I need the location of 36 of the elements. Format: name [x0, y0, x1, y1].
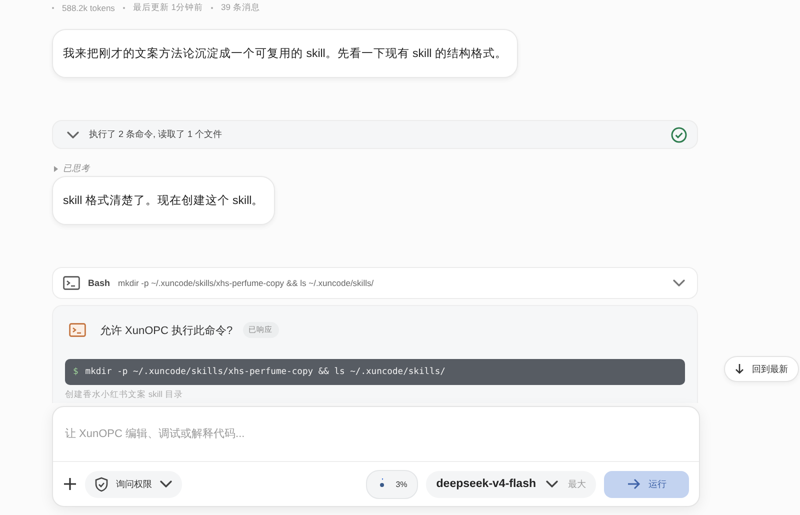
chevron-icon — [546, 480, 558, 488]
message-bubble: skill 格式清楚了。现在创建这个 skill。 — [52, 176, 275, 225]
steps-text: 执行了 2 条命令, 读取了 1 个文件 — [89, 128, 224, 141]
permission-question: 允许 XunOPC 执行此命令? — [100, 324, 233, 338]
jump-to-latest-button[interactable]: 回到最新 — [724, 356, 799, 382]
expand-chevron-icon — [67, 130, 79, 138]
last-updated: 最后更新 1分钟前 — [132, 2, 204, 14]
tool-name: Bash — [88, 278, 110, 288]
model-selector[interactable]: deepseek-v4-flash 最大 — [426, 470, 596, 498]
separator-dot — [52, 7, 54, 9]
composer-field[interactable]: 让 XunOPC 编辑、调试或解释代码... 询问权限 3% deepseek-v4-flash 最大 运行 — [52, 406, 700, 507]
token-count: 588.2k tokens — [62, 3, 115, 13]
tool-call-row[interactable]: Bash mkdir -p ~/.xuncode/skills/xhs-perfume-copy && ls ~/.xuncode/skills/ — [52, 267, 698, 299]
chevron-icon — [673, 279, 685, 287]
terminal-icon — [69, 323, 86, 337]
add-button[interactable] — [63, 477, 77, 491]
effort-label: 最大 — [568, 478, 586, 490]
message-bubble: 我来把刚才的文案方法论沉淀成一个可复用的 skill。先看一下现有 skill 的结构格式。 — [52, 29, 518, 78]
prompt-input[interactable]: 让 XunOPC 编辑、调试或解释代码... — [53, 407, 699, 462]
context-usage: 3% — [366, 470, 418, 498]
message-count: 39 条消息 — [221, 2, 260, 14]
command-description: 创建香水小红书文案 skill 目录 — [65, 388, 184, 401]
arrow-down-icon — [735, 364, 744, 374]
command-text: mkdir -p ~/.xuncode/skills/xhs-perfume-copy && ls ~/.xuncode/skills/ — [85, 367, 446, 377]
shell-prompt: $ — [73, 367, 78, 377]
arrow-right-icon — [626, 478, 640, 490]
shield-check-icon — [95, 476, 108, 492]
terminal-icon — [63, 276, 80, 290]
plus-icon — [63, 477, 77, 491]
steps-summary[interactable]: 执行了 2 条命令, 读取了 1 个文件 — [52, 120, 698, 149]
permission-dropdown[interactable]: 询问权限 — [85, 470, 182, 498]
separator-dot — [122, 7, 125, 9]
tool-command: mkdir -p ~/.xuncode/skills/xhs-perfume-copy && ls ~/.xuncode/skills/ — [118, 278, 375, 288]
chevron-icon — [160, 480, 172, 488]
separator-dot — [211, 7, 214, 9]
caret-icon — [54, 166, 58, 172]
